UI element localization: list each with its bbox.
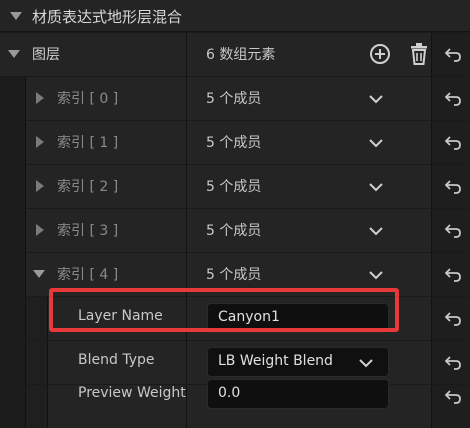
reset-arrow-icon[interactable] [444, 309, 462, 327]
expand-arrow-icon[interactable] [36, 180, 44, 192]
chevron-down-icon[interactable] [368, 135, 384, 151]
reset-arrow-icon[interactable] [444, 177, 462, 195]
blend-type-dropdown[interactable]: LB Weight Blend [207, 347, 389, 377]
indent-guide [26, 385, 48, 428]
preview-weight-row[interactable]: Preview Weight 0.0 [0, 379, 470, 428]
layer-name-label: Layer Name [78, 308, 163, 324]
blend-type-row[interactable]: Blend Type LB Weight Blend [0, 341, 470, 384]
section-title: 材质表达式地形层混合 [32, 8, 183, 26]
indent-guide [0, 77, 26, 120]
reset-arrow-icon[interactable] [444, 89, 462, 107]
array-index-row[interactable]: 索引 [ 3 ] 5 个成员 [0, 209, 470, 252]
collapse-arrow-icon[interactable] [10, 12, 22, 20]
preview-weight-label: Preview Weight [78, 385, 186, 401]
layer-name-value: Canyon1 [218, 309, 280, 325]
layers-label: 图层 [32, 47, 60, 63]
layer-name-input[interactable]: Canyon1 [207, 303, 389, 333]
index-value: 5 个成员 [206, 267, 262, 283]
indent-guide [0, 121, 26, 164]
collapse-arrow-icon[interactable] [33, 270, 45, 278]
preview-weight-input[interactable]: 0.0 [207, 379, 389, 409]
layers-array-row[interactable]: 图层 6 数组元素 [0, 33, 470, 76]
index-label: 索引 [ 1 ] [57, 135, 119, 151]
expand-arrow-icon[interactable] [36, 136, 44, 148]
indent-guide [0, 385, 26, 428]
index-label: 索引 [ 4 ] [57, 267, 119, 283]
reset-arrow-icon[interactable] [444, 387, 462, 405]
expand-arrow-icon[interactable] [8, 50, 20, 58]
details-section-header[interactable]: 材质表达式地形层混合 [0, 0, 470, 32]
trash-icon[interactable] [408, 42, 430, 66]
layer-name-row[interactable]: Layer Name Canyon1 [0, 297, 470, 340]
chevron-down-icon[interactable] [368, 179, 384, 195]
layers-name-cell [0, 33, 186, 76]
indent-guide [0, 253, 26, 296]
plus-circle-icon[interactable] [369, 43, 391, 65]
indent-guide [0, 209, 26, 252]
indent-guide [0, 341, 26, 384]
blend-type-value: LB Weight Blend [218, 353, 333, 369]
reset-arrow-icon[interactable] [444, 133, 462, 151]
chevron-down-icon[interactable] [368, 91, 384, 107]
array-index-row[interactable]: 索引 [ 1 ] 5 个成员 [0, 121, 470, 164]
index-value: 5 个成员 [206, 135, 262, 151]
indent-guide [0, 297, 26, 340]
index-value: 5 个成员 [206, 223, 262, 239]
reset-arrow-icon[interactable] [444, 265, 462, 283]
array-index-row[interactable]: 索引 [ 2 ] 5 个成员 [0, 165, 470, 208]
reset-arrow-icon[interactable] [444, 353, 462, 371]
index-value: 5 个成员 [206, 91, 262, 107]
index-value: 5 个成员 [206, 179, 262, 195]
indent-guide [26, 297, 48, 340]
index-label: 索引 [ 0 ] [57, 91, 119, 107]
expand-arrow-icon[interactable] [36, 224, 44, 236]
preview-weight-value: 0.0 [218, 385, 241, 401]
layers-count: 6 数组元素 [206, 47, 276, 63]
index-label: 索引 [ 2 ] [57, 179, 119, 195]
indent-guide [26, 341, 48, 384]
chevron-down-icon [359, 359, 373, 368]
indent-guide [0, 165, 26, 208]
expand-arrow-icon[interactable] [36, 92, 44, 104]
reset-arrow-icon[interactable] [444, 221, 462, 239]
blend-type-label: Blend Type [78, 352, 155, 368]
chevron-down-icon[interactable] [368, 223, 384, 239]
chevron-down-icon[interactable] [368, 267, 384, 283]
array-index-row[interactable]: 索引 [ 0 ] 5 个成员 [0, 77, 470, 120]
array-index-row-expanded[interactable]: 索引 [ 4 ] 5 个成员 [0, 253, 470, 296]
reset-arrow-icon[interactable] [444, 45, 462, 63]
index-label: 索引 [ 3 ] [57, 223, 119, 239]
